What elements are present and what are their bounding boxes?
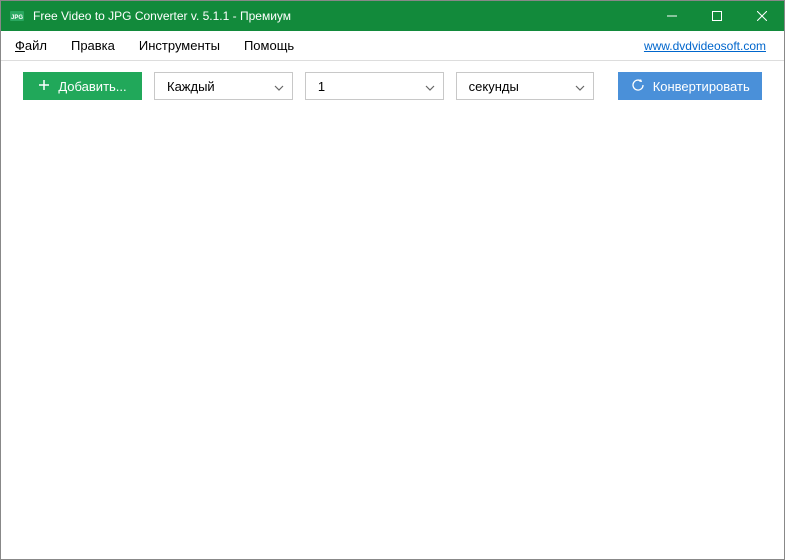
combo-every-value: Каждый — [167, 79, 215, 94]
website-link[interactable]: www.dvdvideosoft.com — [644, 39, 774, 53]
combo-unit-value: секунды — [469, 79, 519, 94]
menu-edit[interactable]: Правка — [59, 34, 127, 57]
menu-tools[interactable]: Инструменты — [127, 34, 232, 57]
content-area — [1, 111, 784, 559]
add-button-label: Добавить... — [58, 79, 126, 94]
menu-file[interactable]: Файл — [11, 34, 59, 57]
convert-button-label: Конвертировать — [653, 79, 750, 94]
chevron-down-icon — [274, 79, 284, 94]
combo-number-value: 1 — [318, 79, 325, 94]
convert-button[interactable]: Конвертировать — [618, 72, 762, 100]
window-controls — [649, 1, 784, 31]
plus-icon — [38, 78, 50, 94]
svg-text:JPG: JPG — [11, 15, 23, 21]
window-title: Free Video to JPG Converter v. 5.1.1 - П… — [33, 9, 649, 23]
menubar: Файл Правка Инструменты Помощь www.dvdvi… — [1, 31, 784, 61]
combo-number[interactable]: 1 — [305, 72, 444, 100]
menu-file-underline: Ф — [15, 38, 25, 53]
menu-file-rest: айл — [25, 38, 47, 53]
maximize-button[interactable] — [694, 1, 739, 31]
combo-unit[interactable]: секунды — [456, 72, 595, 100]
chevron-down-icon — [575, 79, 585, 94]
menu-help[interactable]: Помощь — [232, 34, 306, 57]
add-button[interactable]: Добавить... — [23, 72, 142, 100]
minimize-button[interactable] — [649, 1, 694, 31]
app-icon: JPG — [9, 8, 25, 24]
titlebar: JPG Free Video to JPG Converter v. 5.1.1… — [1, 1, 784, 31]
toolbar: Добавить... Каждый 1 секунды Конвертиров… — [1, 61, 784, 111]
combo-every[interactable]: Каждый — [154, 72, 293, 100]
close-button[interactable] — [739, 1, 784, 31]
chevron-down-icon — [425, 79, 435, 94]
refresh-icon — [631, 78, 645, 95]
